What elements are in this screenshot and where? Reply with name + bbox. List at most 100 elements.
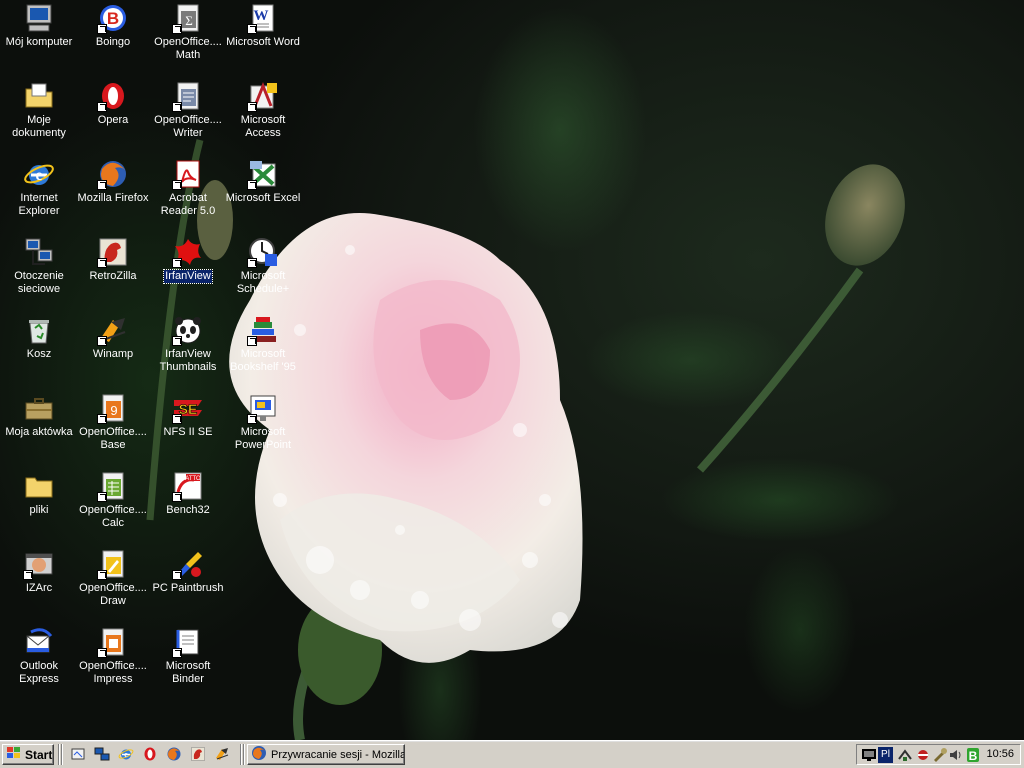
desktop-icon[interactable]: Σ OpenOffice.... Math [149, 0, 227, 74]
desktop-icon-label: Acrobat Reader 5.0 [160, 192, 216, 217]
desktop-icon-label: Moje dokumenty [12, 114, 66, 139]
desktop-icon-label: Outlook Express [19, 660, 59, 685]
desktop-icon[interactable]: OpenOffice.... Calc [74, 468, 152, 542]
shortcut-arrow-icon [172, 24, 182, 34]
tray-monitor-icon[interactable] [861, 747, 877, 763]
clock[interactable]: 10:56 [986, 748, 1014, 760]
desktop-icon[interactable]: Microsoft PowerPoint [224, 390, 302, 464]
tray-speaker-icon[interactable] [948, 747, 964, 763]
desktop-icon[interactable]: Moje dokumenty [0, 78, 78, 152]
desktop-icon[interactable]: Moja aktówka [0, 390, 78, 464]
desktop-icon[interactable]: IrfanView Thumbnails [149, 312, 227, 386]
desktop-icon-label: Microsoft PowerPoint [234, 426, 292, 451]
izarc-icon [23, 548, 55, 580]
desktop-icon[interactable]: B Boingo [74, 0, 152, 74]
desktop-icon[interactable]: OpenOffice.... Writer [149, 78, 227, 152]
tray-language-indicator[interactable]: Pl [878, 747, 893, 763]
desktop-icon-label: PC Paintbrush [152, 582, 224, 594]
paintbrush-icon [172, 548, 204, 580]
winamp-icon[interactable] [214, 746, 232, 764]
start-button[interactable]: Start [2, 744, 54, 765]
desktop-icon-label: Kosz [26, 348, 52, 360]
retrozilla-icon[interactable] [190, 746, 208, 764]
desktop-icon-label: Mój komputer [5, 36, 73, 48]
desktop-icon[interactable]: Microsoft Binder [149, 624, 227, 698]
ms-binder-icon [172, 626, 204, 658]
oo-calc-icon [97, 470, 129, 502]
desktop-icon[interactable]: Mój komputer [0, 0, 78, 74]
shortcut-arrow-icon [97, 258, 107, 268]
desktop-icon[interactable]: Opera [74, 78, 152, 152]
desktop-icon[interactable]: 9 OpenOffice.... Base [74, 390, 152, 464]
ms-excel-icon [247, 158, 279, 190]
panda-icon [172, 314, 204, 346]
desktop-icon[interactable]: OpenOffice.... Impress [74, 624, 152, 698]
desktop-icon[interactable]: RetroZilla [74, 234, 152, 308]
shortcut-arrow-icon [172, 648, 182, 658]
internet-explorer-icon[interactable]: e [118, 746, 136, 764]
desktop-icon-label: Mozilla Firefox [77, 192, 149, 204]
tray-tool-icon[interactable] [932, 747, 948, 763]
desktop-icon-label: Microsoft Bookshelf '95 [230, 348, 296, 373]
desktop-icon[interactable]: pliki [0, 468, 78, 542]
desktop-icon[interactable]: Kosz [0, 312, 78, 386]
desktop[interactable]: Mój komputer Moje dokumenty e Internet Expl… [0, 0, 1024, 740]
desktop-icon-label: Microsoft Schedule+ [236, 270, 290, 295]
oo-math-icon: Σ [172, 2, 204, 34]
show-desktop-icon[interactable] [70, 746, 88, 764]
boingo-icon: B [97, 2, 129, 34]
task-label: Przywracanie sesji - Mozilla... [271, 748, 405, 761]
ms-access-icon [247, 80, 279, 112]
tray-antivirus-icon[interactable] [915, 747, 931, 763]
desktop-icon-label: RetroZilla [89, 270, 137, 282]
folder-icon [23, 470, 55, 502]
desktop-icon[interactable]: IrfanView [149, 234, 227, 308]
desktop-icon[interactable]: PC Paintbrush [149, 546, 227, 620]
desktop-icon[interactable]: Otoczenie sieciowe [0, 234, 78, 308]
shortcut-arrow-icon [97, 336, 107, 346]
shortcut-arrow-icon [247, 180, 257, 190]
briefcase-icon [23, 392, 55, 424]
desktop-icon[interactable]: Microsoft Access [224, 78, 302, 152]
desktop-icon[interactable]: OpenOffice.... Draw [74, 546, 152, 620]
desktop-icon[interactable]: Winamp [74, 312, 152, 386]
tray-network-icon[interactable] [897, 747, 913, 763]
ms-powerpoint-icon [247, 392, 279, 424]
svg-text:Σ: Σ [185, 13, 193, 28]
desktop-icon[interactable]: Microsoft Excel [224, 156, 302, 230]
task-button-mozilla[interactable]: Przywracanie sesji - Mozilla... [247, 744, 405, 765]
ms-schedule-icon [247, 236, 279, 268]
firefox-icon [97, 158, 129, 190]
recycle-bin-icon [23, 314, 55, 346]
desktop-icon[interactable]: W Microsoft Word [224, 0, 302, 74]
desktop-icon-label: Microsoft Access [240, 114, 286, 139]
shortcut-arrow-icon [247, 414, 257, 424]
winamp-icon [97, 314, 129, 346]
desktop-icon[interactable]: SE NFS II SE [149, 390, 227, 464]
desktop-icon-label: OpenOffice.... Math [154, 36, 222, 61]
desktop-icon-label: pliki [29, 504, 49, 516]
shortcut-arrow-icon [97, 102, 107, 112]
desktop-icon[interactable]: Outlook Express [0, 624, 78, 698]
start-label: Start [25, 747, 53, 762]
shortcut-arrow-icon [172, 570, 182, 580]
desktop-icon[interactable]: e Internet Explorer [0, 156, 78, 230]
shortcut-arrow-icon [97, 570, 107, 580]
desktop-icon[interactable]: Microsoft Bookshelf '95 [224, 312, 302, 386]
shortcut-arrow-icon [172, 258, 182, 268]
opera-icon[interactable] [142, 746, 160, 764]
network-icon[interactable] [94, 746, 112, 764]
desktop-icon[interactable]: Mozilla Firefox [74, 156, 152, 230]
desktop-icon[interactable]: Acrobat Reader 5.0 [149, 156, 227, 230]
svg-text:ATTO: ATTO [185, 476, 201, 482]
desktop-icon[interactable]: ATTO Bench32 [149, 468, 227, 542]
ms-bookshelf-icon [247, 314, 279, 346]
firefox-icon[interactable] [166, 746, 184, 764]
shortcut-arrow-icon [247, 258, 257, 268]
desktop-icon[interactable]: Microsoft Schedule+ [224, 234, 302, 308]
desktop-icon[interactable]: IZArc [0, 546, 78, 620]
desktop-icon-label: Boingo [95, 36, 131, 48]
desktop-icon-label: OpenOffice.... Writer [154, 114, 222, 139]
shortcut-arrow-icon [172, 414, 182, 424]
tray-boingo-icon[interactable]: B [965, 747, 981, 763]
